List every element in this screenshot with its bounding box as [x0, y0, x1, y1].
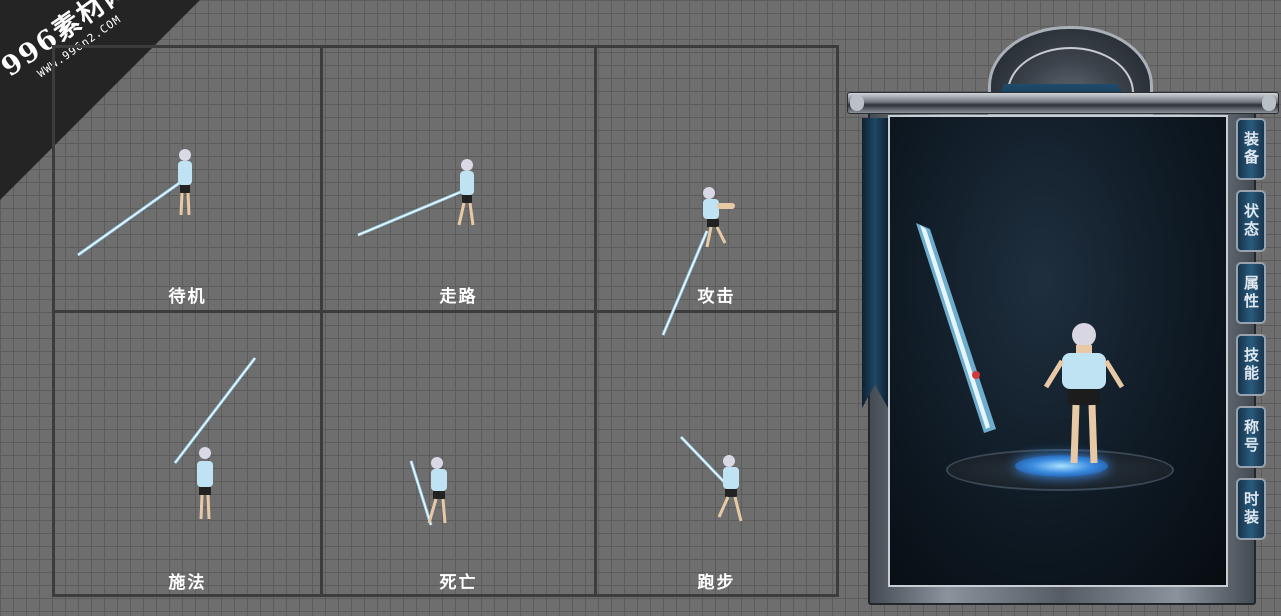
tab-attributes[interactable]: 属性 [1236, 262, 1266, 324]
action-grid: 待机 走路 攻击 施法 死亡 跑步 [52, 45, 839, 597]
tab-titles[interactable]: 称号 [1236, 406, 1266, 468]
idle-character-sprite [77, 149, 192, 257]
tab-skills[interactable]: 技能 [1236, 334, 1266, 396]
action-cell-idle[interactable]: 待机 [55, 48, 320, 310]
character-panel: 装备 状态 属性 技能 称号 时装 [843, 22, 1281, 616]
tab-fashion[interactable]: 时装 [1236, 478, 1266, 540]
action-label-walk: 走路 [439, 287, 478, 307]
action-cell-death[interactable]: 死亡 [323, 313, 594, 594]
tab-status[interactable]: 状态 [1236, 190, 1266, 252]
run-character-sprite [679, 435, 743, 522]
weapon-preview [916, 223, 996, 433]
tab-equipment[interactable]: 装备 [1236, 118, 1266, 180]
panel-top-bar [847, 92, 1279, 114]
character-preview[interactable] [888, 115, 1228, 587]
action-cell-run[interactable]: 跑步 [597, 313, 836, 594]
action-label-cast: 施法 [168, 573, 207, 593]
action-cell-walk[interactable]: 走路 [323, 48, 594, 310]
death-character-sprite [409, 457, 447, 526]
action-label-death: 死亡 [439, 573, 478, 593]
panel-banner [862, 118, 888, 408]
walk-character-sprite [357, 159, 475, 237]
action-label-idle: 待机 [168, 287, 207, 307]
action-label-run: 跑步 [697, 573, 736, 593]
action-cell-cast[interactable]: 施法 [55, 313, 320, 594]
character-model [1043, 323, 1125, 464]
action-cell-attack[interactable]: 攻击 [597, 48, 836, 336]
action-label-attack: 攻击 [697, 287, 736, 307]
cast-character-sprite [173, 357, 257, 520]
